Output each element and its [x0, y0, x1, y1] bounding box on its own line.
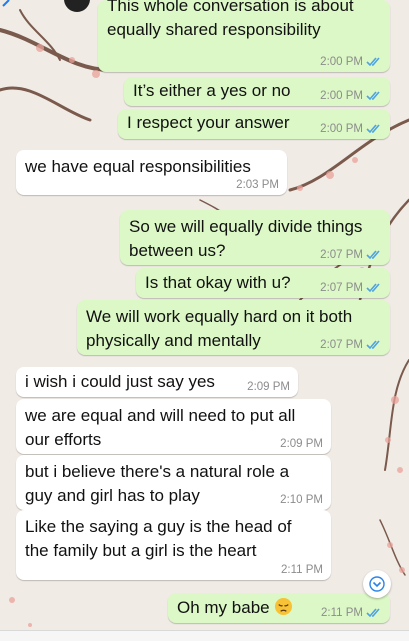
message-input-bar[interactable]: [0, 630, 409, 641]
double-check-icon: [366, 283, 380, 293]
message-text: we are equal and will need to put all ou…: [25, 406, 296, 449]
message-incoming[interactable]: i wish i could just say yes 2:09 PM: [16, 367, 298, 397]
message-time: 2:07 PM: [320, 282, 363, 294]
message-incoming[interactable]: Like the saying a guy is the head of the…: [16, 510, 331, 580]
message-time: 2:03 PM: [236, 179, 279, 191]
message-time: 2:00 PM: [320, 90, 363, 102]
message-text: Like the saying a guy is the head of the…: [25, 517, 292, 560]
message-outgoing[interactable]: Oh my babe 2:11 PM: [168, 593, 390, 623]
message-time: 2:07 PM: [320, 249, 363, 261]
message-list: This whole conversation is about equally…: [0, 0, 409, 640]
double-check-icon: [366, 124, 380, 134]
message-text: but i believe there's a natural role a g…: [25, 462, 290, 505]
message-time: 2:11 PM: [281, 564, 323, 576]
double-check-icon: [366, 340, 380, 350]
pensive-face-icon: [275, 597, 293, 616]
message-meta: 2:09 PM: [280, 437, 323, 451]
double-check-icon: [366, 91, 380, 101]
message-meta: 2:11 PM: [321, 606, 382, 620]
message-text: Oh my babe: [177, 598, 270, 617]
message-meta: 2:07 PM: [320, 338, 382, 352]
message-outgoing[interactable]: We will work equally hard on it both phy…: [77, 300, 390, 355]
message-incoming[interactable]: we are equal and will need to put all ou…: [16, 399, 331, 454]
message-meta: 2:00 PM: [320, 122, 382, 136]
double-check-icon: [366, 250, 380, 260]
double-check-icon: [366, 57, 380, 67]
message-outgoing[interactable]: This whole conversation is about equally…: [98, 0, 390, 72]
message-outgoing[interactable]: I respect your answer 2:00 PM: [118, 109, 390, 139]
message-meta: 2:07 PM: [320, 248, 382, 262]
double-check-icon: [366, 608, 380, 618]
message-time: 2:09 PM: [247, 381, 290, 393]
message-meta: 2:00 PM: [320, 89, 382, 103]
message-incoming[interactable]: we have equal responsibilities 2:03 PM: [16, 150, 287, 195]
message-time: 2:11 PM: [321, 607, 363, 619]
message-outgoing[interactable]: Is that okay with u? 2:07 PM: [136, 268, 390, 298]
message-meta: 2:09 PM: [247, 380, 290, 394]
message-outgoing[interactable]: So we will equally divide things between…: [120, 210, 390, 265]
message-meta: 2:10 PM: [280, 493, 323, 507]
message-time: 2:00 PM: [320, 56, 363, 68]
message-meta: 2:11 PM: [281, 563, 323, 577]
message-text: This whole conversation is about equally…: [107, 0, 354, 39]
message-time: 2:10 PM: [280, 494, 323, 506]
message-time: 2:00 PM: [320, 123, 363, 135]
message-meta: 2:07 PM: [320, 281, 382, 295]
chevron-down-icon: [369, 576, 385, 592]
message-meta: 2:00 PM: [320, 55, 382, 69]
scroll-to-bottom-button[interactable]: [363, 570, 391, 598]
message-incoming[interactable]: but i believe there's a natural role a g…: [16, 455, 331, 510]
message-time: 2:07 PM: [320, 339, 363, 351]
message-meta: 2:03 PM: [236, 178, 279, 192]
message-time: 2:09 PM: [280, 438, 323, 450]
message-text: we have equal responsibilities: [25, 157, 251, 176]
message-outgoing[interactable]: It’s either a yes or no 2:00 PM: [124, 77, 390, 106]
